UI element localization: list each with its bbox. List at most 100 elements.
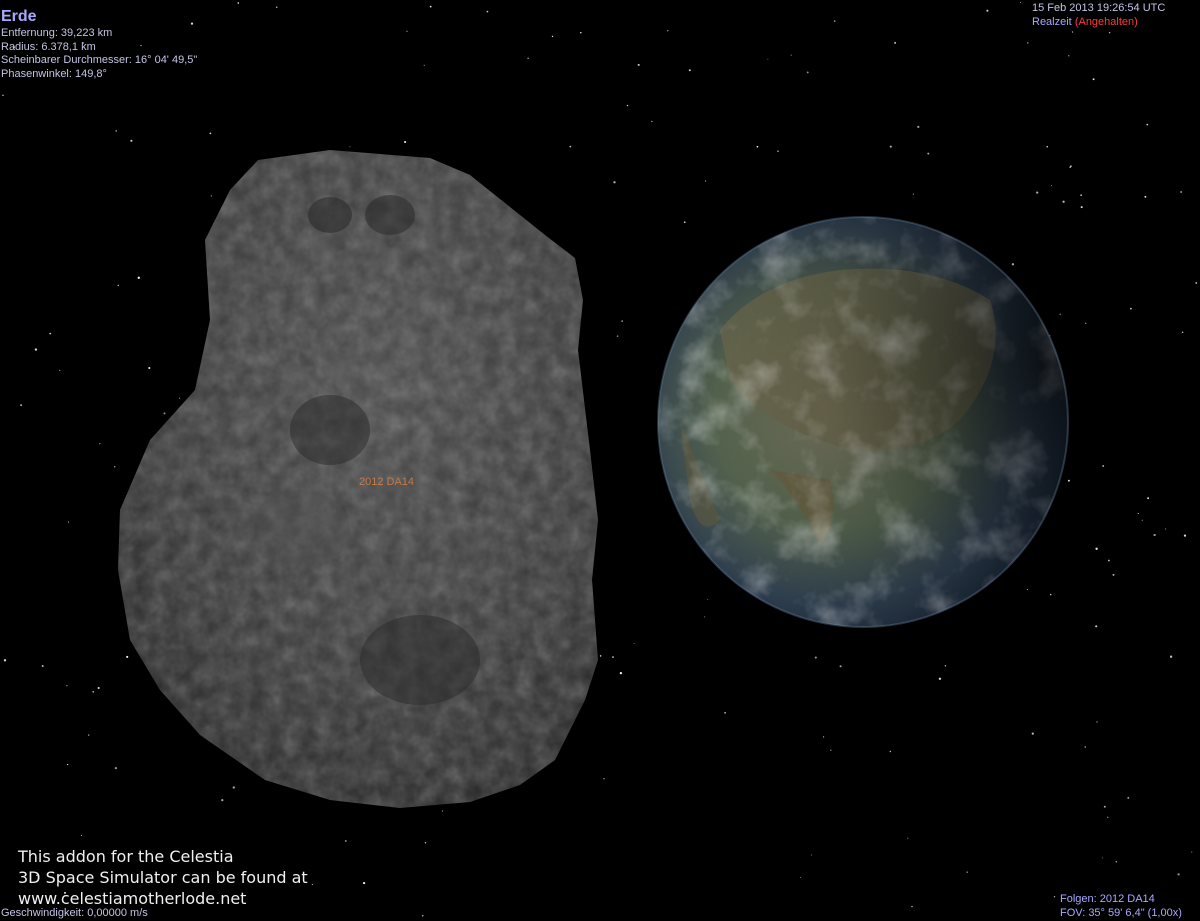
star bbox=[1053, 896, 1056, 898]
star bbox=[1046, 145, 1048, 148]
star bbox=[1177, 873, 1180, 876]
star bbox=[1080, 194, 1082, 196]
star bbox=[1130, 307, 1132, 310]
star bbox=[616, 335, 619, 337]
star bbox=[1068, 479, 1070, 482]
addon-line-2: 3D Space Simulator can be found at bbox=[18, 868, 308, 887]
star bbox=[1011, 263, 1015, 266]
star bbox=[1019, 1, 1021, 3]
follow-target: Folgen: 2012 DA14 bbox=[1060, 893, 1155, 905]
star bbox=[349, 146, 351, 148]
fov-readout: FOV: 35° 59' 6,4" (1,00x) bbox=[1060, 906, 1182, 919]
star bbox=[911, 905, 913, 908]
star bbox=[1127, 796, 1130, 799]
star bbox=[66, 685, 68, 687]
star bbox=[889, 750, 892, 753]
star bbox=[20, 404, 23, 407]
star bbox=[756, 145, 759, 148]
object-label[interactable]: 2012 DA14 bbox=[359, 476, 414, 488]
time-display: 15 Feb 2013 19:26:54 UTC Realzeit (Angeh… bbox=[1032, 2, 1165, 29]
star bbox=[486, 10, 489, 13]
asteroid-2012-da14[interactable] bbox=[110, 145, 605, 815]
star bbox=[633, 643, 635, 645]
star bbox=[894, 42, 896, 44]
star bbox=[1031, 732, 1034, 735]
star bbox=[404, 140, 407, 144]
star bbox=[34, 348, 38, 351]
star bbox=[1195, 282, 1198, 284]
star bbox=[1144, 195, 1147, 198]
star bbox=[423, 64, 425, 66]
star bbox=[88, 734, 90, 736]
phase-angle-readout: Phasenwinkel: 149,8° bbox=[1, 67, 107, 80]
star bbox=[1169, 655, 1173, 658]
star bbox=[114, 466, 116, 468]
earth-globe[interactable] bbox=[657, 216, 1069, 628]
star bbox=[126, 655, 129, 658]
star bbox=[1084, 322, 1087, 325]
star bbox=[810, 854, 812, 856]
star bbox=[59, 369, 61, 371]
star bbox=[800, 876, 801, 878]
star bbox=[2, 94, 4, 97]
selection-info: Erde Entfernung: 39,223 km Radius: 6.378… bbox=[1, 8, 197, 81]
star bbox=[767, 58, 769, 60]
star bbox=[889, 145, 892, 148]
star bbox=[221, 798, 224, 802]
star bbox=[705, 180, 707, 182]
star bbox=[344, 840, 347, 842]
star bbox=[1026, 588, 1028, 590]
star bbox=[92, 691, 94, 693]
star bbox=[1059, 313, 1061, 315]
star bbox=[1181, 331, 1184, 334]
star bbox=[1165, 528, 1167, 530]
star bbox=[117, 284, 120, 287]
star bbox=[917, 125, 920, 129]
star bbox=[1107, 816, 1109, 818]
star bbox=[115, 130, 118, 132]
star bbox=[1103, 805, 1106, 808]
star bbox=[1068, 55, 1070, 57]
star bbox=[966, 871, 968, 873]
star bbox=[179, 397, 181, 399]
star bbox=[637, 63, 640, 66]
star bbox=[688, 69, 691, 72]
star bbox=[1146, 123, 1149, 126]
star bbox=[232, 786, 235, 789]
star bbox=[1141, 519, 1143, 521]
star bbox=[41, 665, 44, 667]
star bbox=[1102, 857, 1104, 859]
paused-indicator: (Angehalten) bbox=[1074, 15, 1138, 28]
star bbox=[603, 778, 605, 780]
star bbox=[137, 276, 140, 279]
star bbox=[938, 677, 942, 680]
date-time: 15 Feb 2013 19:26:54 UTC bbox=[1032, 2, 1166, 14]
star bbox=[1183, 534, 1187, 537]
star bbox=[619, 671, 623, 675]
star bbox=[613, 181, 616, 184]
star bbox=[833, 20, 836, 22]
star bbox=[777, 150, 779, 152]
star bbox=[1102, 465, 1105, 467]
star bbox=[1137, 512, 1139, 515]
star bbox=[67, 521, 70, 523]
star bbox=[1147, 497, 1149, 500]
star bbox=[683, 221, 686, 224]
star bbox=[907, 837, 909, 839]
follow-status: Folgen: 2012 DA14 FOV: 35° 59' 6,4" (1,0… bbox=[1060, 893, 1182, 920]
apparent-diameter-readout: Scheinbarer Durchmesser: 16° 04' 49,5" bbox=[1, 54, 198, 66]
addon-line-1: This addon for the Celestia bbox=[18, 847, 234, 866]
star bbox=[1108, 31, 1111, 34]
star bbox=[406, 30, 408, 33]
star bbox=[1027, 42, 1029, 44]
time-mode: Realzeit bbox=[1032, 15, 1072, 28]
star bbox=[1108, 559, 1110, 562]
star bbox=[1084, 746, 1086, 748]
addon-line-3: www.celestiamotherlode.net bbox=[18, 889, 247, 908]
addon-notice: This addon for the Celestia 3D Space Sim… bbox=[18, 846, 308, 909]
star bbox=[421, 914, 424, 917]
space-viewport[interactable] bbox=[0, 0, 1200, 921]
speed-readout: Geschwindigkeit: 0,00000 m/s bbox=[1, 907, 148, 919]
star bbox=[97, 686, 100, 690]
star bbox=[569, 145, 572, 148]
